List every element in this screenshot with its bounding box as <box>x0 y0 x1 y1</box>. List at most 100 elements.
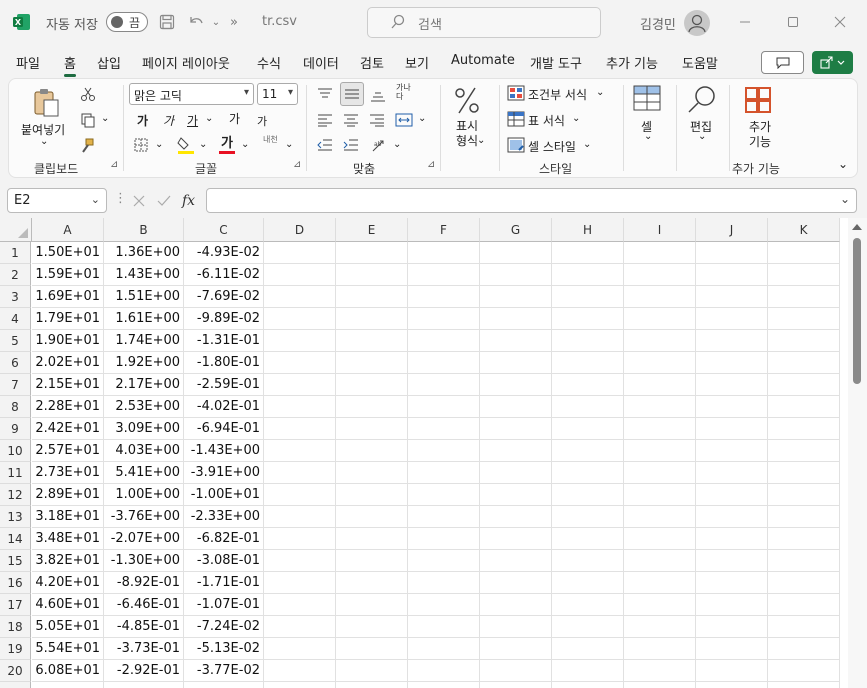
row-header[interactable]: 11 <box>0 462 31 484</box>
cell[interactable] <box>552 506 624 528</box>
font-name-select[interactable]: 맑은 고딕 ▾ <box>129 83 254 105</box>
ribbon-collapse-icon[interactable]: ⌄ <box>838 157 848 171</box>
row-header[interactable]: 17 <box>0 594 31 616</box>
cell[interactable] <box>624 374 696 396</box>
cell[interactable] <box>408 418 480 440</box>
cell[interactable] <box>696 528 768 550</box>
cell[interactable] <box>264 528 336 550</box>
cell[interactable] <box>696 286 768 308</box>
vertical-scrollbar[interactable] <box>848 218 867 688</box>
tab-addins[interactable]: 추가 기능 <box>606 53 658 72</box>
cell[interactable] <box>768 682 840 688</box>
cell[interactable] <box>336 330 408 352</box>
cell[interactable] <box>480 418 552 440</box>
cell[interactable] <box>696 374 768 396</box>
cell[interactable]: 6.08E+01 <box>32 660 104 682</box>
formula-input[interactable]: ⌄ <box>206 188 857 213</box>
cell-styles-dropdown-icon[interactable]: ⌄ <box>583 139 591 150</box>
cell[interactable] <box>408 330 480 352</box>
cell[interactable] <box>264 374 336 396</box>
avatar[interactable] <box>684 10 710 36</box>
cell[interactable] <box>480 660 552 682</box>
cell[interactable] <box>768 638 840 660</box>
cell[interactable] <box>768 286 840 308</box>
cell[interactable] <box>624 528 696 550</box>
cell[interactable] <box>264 660 336 682</box>
cell[interactable] <box>552 396 624 418</box>
cell[interactable]: 1.51E+00 <box>104 286 184 308</box>
row-header[interactable]: 9 <box>0 418 31 440</box>
cell[interactable] <box>696 242 768 264</box>
number-format-dropdown-icon[interactable]: ⌄ <box>477 135 485 146</box>
cell[interactable] <box>480 506 552 528</box>
cell[interactable] <box>336 682 408 688</box>
cell[interactable] <box>552 572 624 594</box>
paste-dropdown-icon[interactable]: ⌄ <box>40 136 48 147</box>
cell[interactable] <box>768 484 840 506</box>
cell[interactable] <box>696 572 768 594</box>
tab-page-layout[interactable]: 페이지 레이아웃 <box>142 53 230 72</box>
cell[interactable] <box>264 264 336 286</box>
row-header[interactable]: 4 <box>0 308 31 330</box>
cell[interactable]: 4.03E+00 <box>104 440 184 462</box>
orientation-dropdown-icon[interactable]: ⌄ <box>393 139 401 150</box>
cell[interactable] <box>408 550 480 572</box>
format-table-dropdown-icon[interactable]: ⌄ <box>572 113 580 124</box>
cell[interactable] <box>264 286 336 308</box>
cell[interactable] <box>768 352 840 374</box>
font-color-dropdown-icon[interactable]: ⌄ <box>241 139 249 150</box>
cell[interactable] <box>624 286 696 308</box>
tab-review[interactable]: 검토 <box>360 53 384 72</box>
cell[interactable] <box>768 594 840 616</box>
row-header[interactable]: 1 <box>0 242 31 264</box>
cell[interactable] <box>480 440 552 462</box>
cell[interactable] <box>768 264 840 286</box>
cell[interactable]: -2.59E-01 <box>184 374 264 396</box>
cell-styles-label[interactable]: 셀 스타일 <box>528 138 576 155</box>
cell[interactable] <box>336 594 408 616</box>
copy-dropdown-icon[interactable]: ⌄ <box>101 113 109 124</box>
more-commands-icon[interactable]: » <box>224 12 244 32</box>
cell[interactable]: -2.33E+00 <box>184 506 264 528</box>
cell[interactable] <box>336 528 408 550</box>
row-header[interactable]: 18 <box>0 616 31 638</box>
increase-indent-icon[interactable] <box>342 136 360 154</box>
phonetic-dropdown-icon[interactable]: ⌄ <box>285 139 293 150</box>
paste-icon[interactable] <box>29 85 63 119</box>
cell[interactable] <box>480 286 552 308</box>
row-header[interactable]: 19 <box>0 638 31 660</box>
underline-dropdown-icon[interactable]: ⌄ <box>205 113 213 124</box>
bold-button[interactable]: 가 <box>137 112 148 129</box>
column-header[interactable]: I <box>624 218 696 242</box>
cell[interactable] <box>184 682 264 688</box>
cell[interactable]: 1.79E+01 <box>32 308 104 330</box>
cell[interactable] <box>696 330 768 352</box>
cell[interactable]: 2.73E+01 <box>32 462 104 484</box>
cell[interactable]: 2.02E+01 <box>32 352 104 374</box>
cell[interactable] <box>552 594 624 616</box>
cell[interactable]: 4.60E+01 <box>32 594 104 616</box>
italic-button[interactable]: 가 <box>163 112 174 129</box>
select-all-corner[interactable] <box>0 218 32 242</box>
tab-developer[interactable]: 개발 도구 <box>530 53 582 72</box>
cell[interactable] <box>768 506 840 528</box>
cells-icon[interactable] <box>631 83 663 113</box>
cell[interactable] <box>408 572 480 594</box>
column-header[interactable]: E <box>336 218 408 242</box>
cell[interactable] <box>552 264 624 286</box>
cell[interactable] <box>696 638 768 660</box>
cell[interactable] <box>552 660 624 682</box>
cell[interactable] <box>480 462 552 484</box>
cell[interactable] <box>552 352 624 374</box>
cell[interactable] <box>336 264 408 286</box>
cell[interactable] <box>696 264 768 286</box>
cell[interactable] <box>408 308 480 330</box>
cell[interactable] <box>408 506 480 528</box>
cell[interactable]: -9.89E-02 <box>184 308 264 330</box>
tab-automate[interactable]: Automate <box>451 53 515 68</box>
share-button[interactable] <box>812 51 853 74</box>
cell[interactable] <box>480 528 552 550</box>
cell[interactable] <box>768 308 840 330</box>
cell[interactable]: -1.71E-01 <box>184 572 264 594</box>
row-header[interactable]: 10 <box>0 440 31 462</box>
